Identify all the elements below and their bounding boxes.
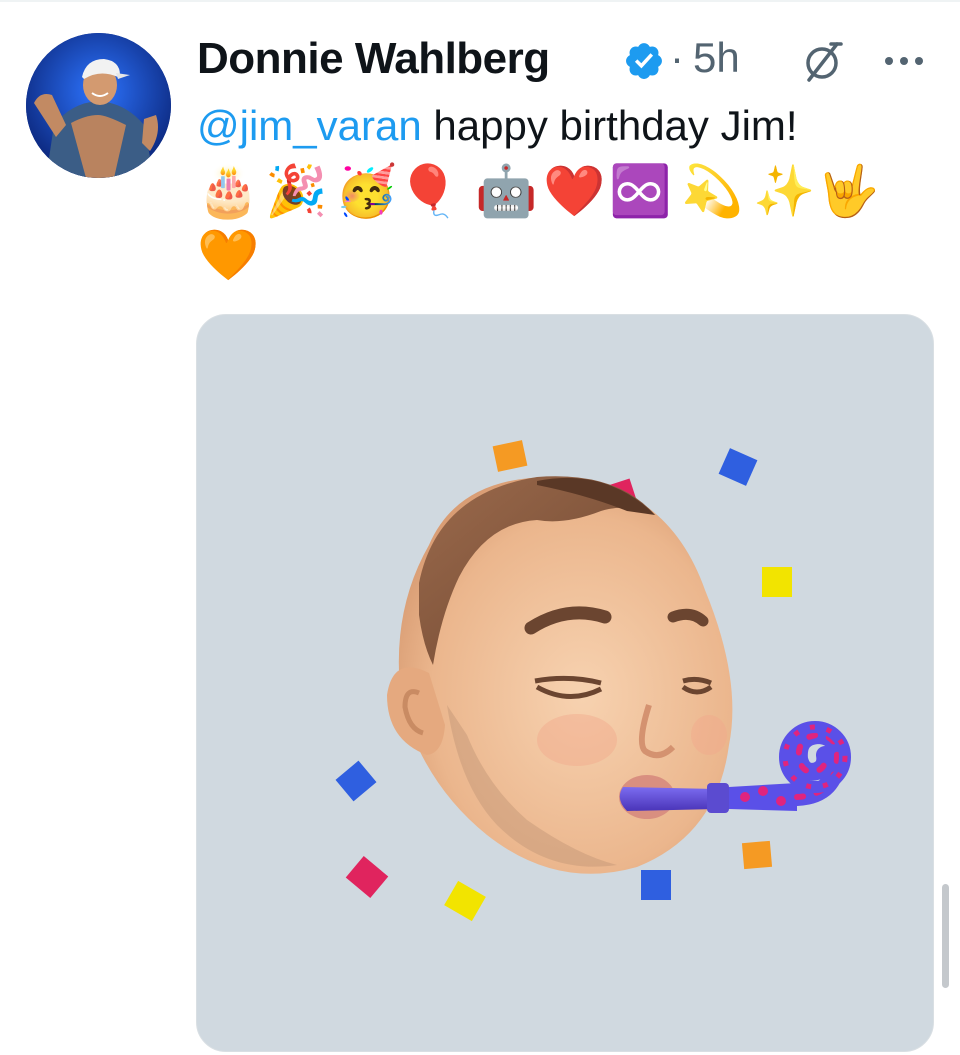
memoji-party-blower-image xyxy=(335,440,851,922)
infinity-emoji: ♾️ xyxy=(609,162,672,220)
tweet-header: Donnie Wahlberg · 5h xyxy=(197,30,937,90)
top-divider xyxy=(0,0,960,2)
author-name[interactable]: Donnie Wahlberg xyxy=(197,34,550,84)
red-heart-emoji: ❤️ xyxy=(543,162,606,220)
orange-heart-emoji: 🧡 xyxy=(197,226,260,284)
separator-dot: · xyxy=(670,34,684,81)
dizzy-emoji: 💫 xyxy=(681,162,744,220)
more-options-icon[interactable] xyxy=(879,46,929,76)
author-avatar[interactable] xyxy=(26,33,171,178)
birthday-cake-emoji: 🎂 xyxy=(197,162,260,220)
balloon-emoji: 🎈 xyxy=(397,162,460,220)
grok-icon[interactable] xyxy=(801,40,845,84)
tweet-media-image[interactable] xyxy=(196,314,934,1052)
partying-face-emoji: 🥳 xyxy=(335,162,398,220)
verified-badge-icon[interactable] xyxy=(623,40,665,82)
love-you-gesture-emoji: 🤟 xyxy=(817,162,880,220)
avatar-photo xyxy=(26,33,171,178)
mention-link[interactable]: @jim_varan xyxy=(197,102,422,149)
tweet-timestamp[interactable]: 5h xyxy=(693,34,740,82)
sparkles-emoji: ✨ xyxy=(753,162,816,220)
robot-emoji: 🤖 xyxy=(475,162,538,220)
party-popper-emoji: 🎉 xyxy=(265,162,328,220)
tweet-body-text: happy birthday Jim! xyxy=(421,102,798,149)
tweet-text: @jim_varan happy birthday Jim! xyxy=(197,100,927,152)
scrollbar[interactable] xyxy=(942,884,949,988)
